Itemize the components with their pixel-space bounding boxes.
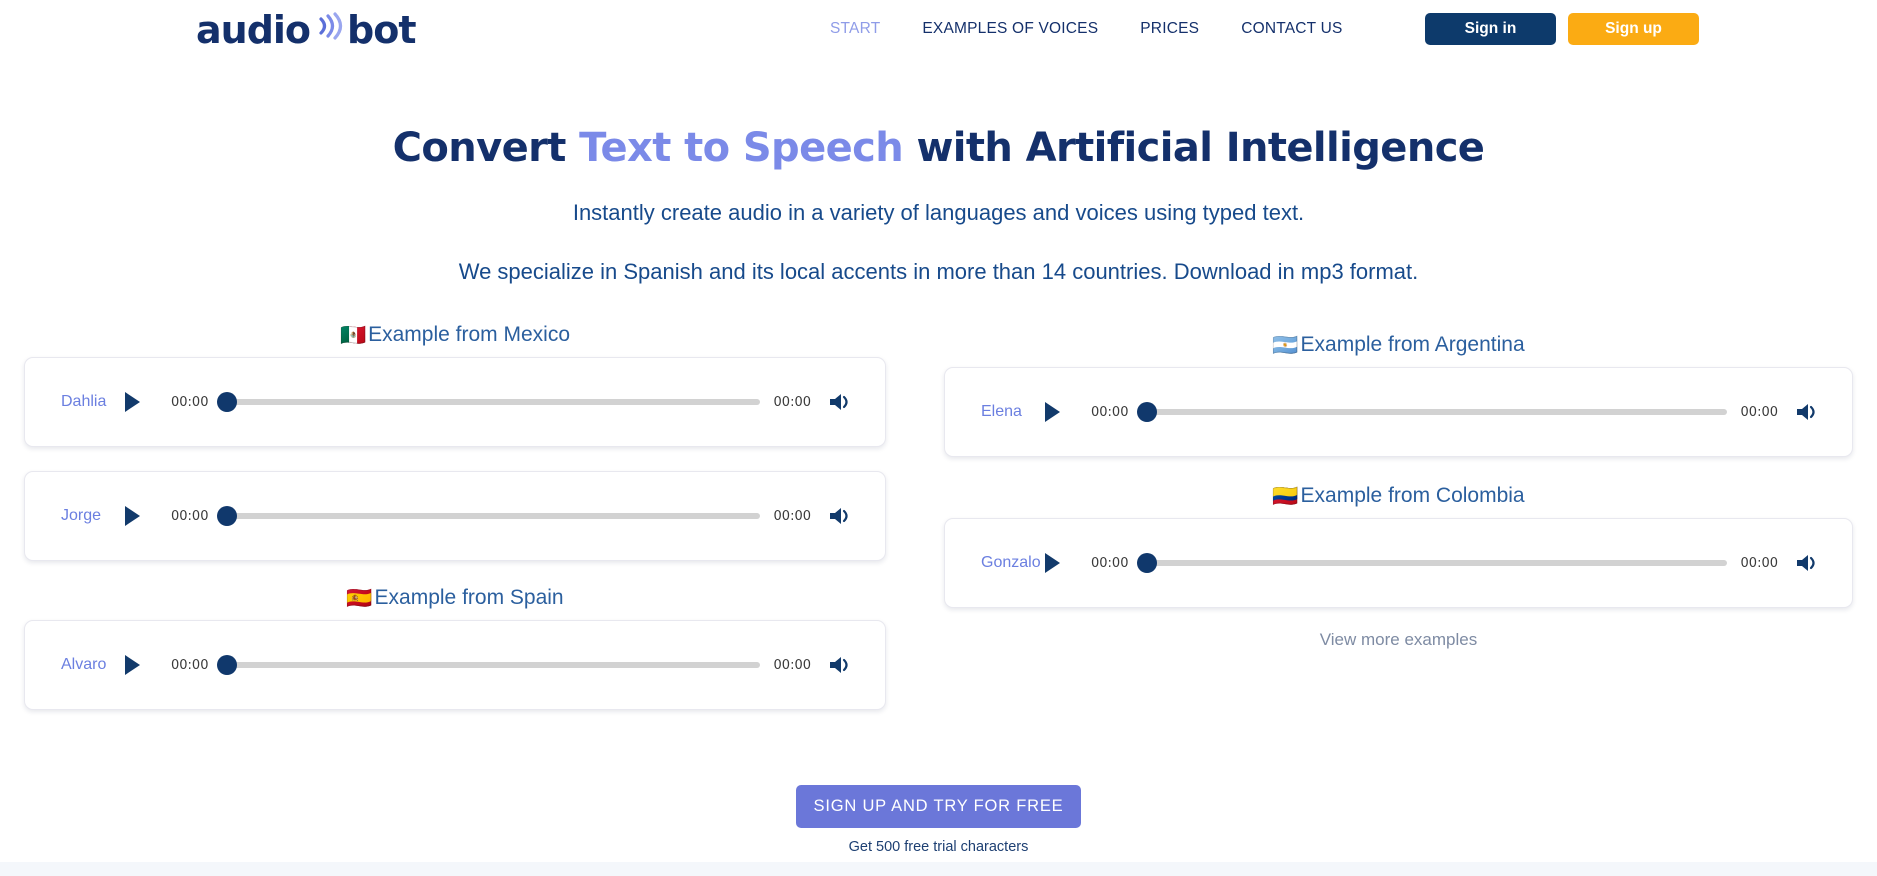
logo-text-audio: audio	[196, 8, 311, 52]
section-label-spain: 🇪🇸 Example from Spain	[24, 583, 886, 613]
examples-column-left: 🇲🇽 Example from Mexico Dahlia 00:00 00:0…	[24, 320, 886, 710]
mexico-flag-icon: 🇲🇽	[339, 322, 367, 347]
section-label-text: Example from Spain	[374, 586, 564, 609]
nav-item-start[interactable]: START	[830, 20, 880, 38]
progress-slider[interactable]	[1137, 553, 1727, 573]
hero-title-part1: Convert	[392, 124, 580, 171]
section-label-colombia: 🇨🇴 Example from Colombia	[944, 481, 1853, 511]
logo-text-bot: bot	[347, 8, 416, 52]
sign-up-and-try-free-button[interactable]: SIGN UP AND TRY FOR FREE	[796, 785, 1081, 828]
page-title: Convert Text to Speech with Artificial I…	[0, 125, 1877, 171]
hero-subtitle-2: We specialize in Spanish and its local a…	[458, 259, 1419, 284]
audio-player-gonzalo[interactable]: Gonzalo 00:00 00:00	[944, 518, 1853, 608]
section-label-text: Example from Argentina	[1300, 333, 1525, 356]
current-time-label: 00:00	[171, 394, 209, 410]
play-icon[interactable]	[121, 653, 143, 677]
audio-player-dahlia[interactable]: Dahlia 00:00 00:00	[24, 357, 886, 447]
volume-icon[interactable]	[829, 505, 853, 527]
duration-label: 00:00	[773, 394, 811, 410]
section-label-text: Example from Mexico	[368, 323, 571, 346]
duration-label: 00:00	[773, 508, 811, 524]
audio-player-alvaro[interactable]: Alvaro 00:00 00:00	[24, 620, 886, 710]
auth-buttons: Sign in Sign up	[1425, 13, 1699, 45]
volume-icon[interactable]	[829, 391, 853, 413]
progress-thumb[interactable]	[1137, 553, 1158, 573]
play-icon[interactable]	[1041, 551, 1063, 575]
cta-note: Get 500 free trial characters	[848, 839, 1029, 855]
nav-item-prices[interactable]: PRICES	[1140, 20, 1199, 38]
play-icon[interactable]	[1041, 400, 1063, 424]
progress-thumb[interactable]	[217, 392, 238, 412]
argentina-flag-icon: 🇦🇷	[1272, 332, 1299, 357]
spain-flag-icon: 🇪🇸	[346, 585, 373, 610]
colombia-flag-icon: 🇨🇴	[1272, 483, 1299, 508]
volume-icon[interactable]	[829, 654, 853, 676]
duration-label: 00:00	[773, 657, 811, 673]
progress-thumb[interactable]	[217, 506, 238, 526]
audio-player-jorge[interactable]: Jorge 00:00 00:00	[24, 471, 886, 561]
section-label-argentina: 🇦🇷 Example from Argentina	[944, 330, 1853, 360]
current-time-label: 00:00	[1091, 404, 1129, 420]
section-label-mexico: 🇲🇽 Example from Mexico	[24, 320, 886, 350]
nav-item-contact-us[interactable]: CONTACT US	[1241, 20, 1342, 38]
examples-section: 🇲🇽 Example from Mexico Dahlia 00:00 00:0…	[0, 320, 1877, 740]
current-time-label: 00:00	[1091, 555, 1129, 571]
sound-wave-icon	[311, 8, 345, 52]
current-time-label: 00:00	[171, 508, 209, 524]
sign-up-button[interactable]: Sign up	[1568, 13, 1699, 45]
sign-in-button[interactable]: Sign in	[1425, 13, 1556, 45]
progress-slider[interactable]	[217, 392, 760, 412]
play-icon[interactable]	[121, 390, 143, 414]
view-more-examples-link[interactable]: View more examples	[944, 630, 1853, 650]
progress-slider[interactable]	[217, 655, 760, 675]
hero-title-part2: with Artificial Intelligence	[903, 124, 1485, 171]
duration-label: 00:00	[1740, 555, 1778, 571]
examples-column-right: 🇦🇷 Example from Argentina Elena 00:00 00…	[944, 330, 1853, 650]
progress-thumb[interactable]	[217, 655, 238, 675]
hero-title-highlight: Text to Speech	[579, 124, 904, 171]
section-label-text: Example from Colombia	[1300, 484, 1525, 507]
site-logo[interactable]: audio bot	[196, 8, 417, 52]
current-time-label: 00:00	[171, 657, 209, 673]
duration-label: 00:00	[1740, 404, 1778, 420]
progress-thumb[interactable]	[1137, 402, 1158, 422]
landing-page: audio bot START EXAMPLES OF VOICES PRICE…	[0, 0, 1877, 876]
audio-player-elena[interactable]: Elena 00:00 00:00	[944, 367, 1853, 457]
cta-section: SIGN UP AND TRY FOR FREE Get 500 free tr…	[0, 785, 1877, 855]
play-icon[interactable]	[121, 504, 143, 528]
site-header: audio bot START EXAMPLES OF VOICES PRICE…	[0, 0, 1877, 62]
progress-slider[interactable]	[217, 506, 760, 526]
main-navigation: START EXAMPLES OF VOICES PRICES CONTACT …	[830, 20, 1343, 38]
volume-icon[interactable]	[1796, 552, 1820, 574]
progress-slider[interactable]	[1137, 402, 1727, 422]
hero-subtitle-1: Instantly create audio in a variety of l…	[572, 200, 1305, 225]
nav-item-examples-of-voices[interactable]: EXAMPLES OF VOICES	[922, 20, 1098, 38]
section-divider-band	[0, 862, 1877, 876]
volume-icon[interactable]	[1796, 401, 1820, 423]
